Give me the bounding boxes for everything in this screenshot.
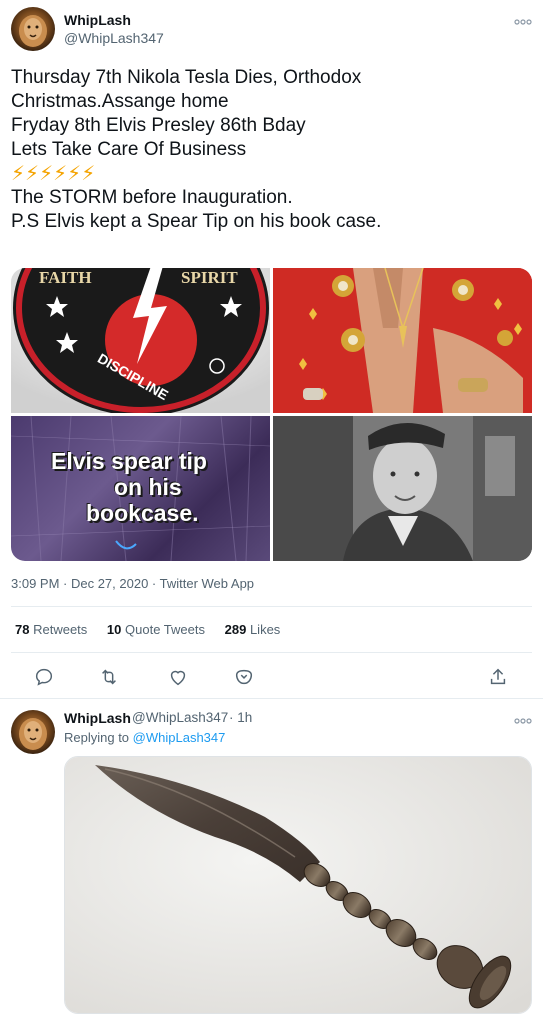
like-icon[interactable] bbox=[167, 666, 189, 688]
author-name[interactable]: WhipLash bbox=[64, 12, 131, 28]
share-icon[interactable] bbox=[487, 666, 509, 688]
patch-image[interactable]: FAITH SPIRIT DISCIPLINE bbox=[11, 268, 270, 413]
reply-author-name[interactable]: WhipLash bbox=[64, 710, 131, 726]
likes-count: 289 bbox=[224, 622, 247, 637]
reply-icon[interactable] bbox=[33, 666, 55, 688]
retweets-count: 78 bbox=[15, 622, 30, 637]
dagger-image[interactable] bbox=[64, 756, 532, 1014]
tweet-text-line: Fryday 8th Elvis Presley 86th Bday bbox=[11, 115, 306, 136]
likes-label: Likes bbox=[249, 622, 281, 637]
tweet-text-line: Christmas.Assange home bbox=[11, 91, 229, 112]
tweet-text-line: P.S Elvis kept a Spear Tip on his book c… bbox=[11, 211, 382, 232]
more-options-icon[interactable] bbox=[514, 713, 532, 724]
avatar[interactable] bbox=[11, 710, 55, 754]
reply-author-handle[interactable]: @WhipLash347 bbox=[132, 710, 228, 725]
caption-line-3: bookcase. bbox=[86, 500, 199, 526]
caption-line-2: on his bbox=[114, 474, 182, 500]
retweets-label: Retweets bbox=[33, 622, 88, 637]
divider bbox=[11, 652, 532, 653]
lightning-bolts: ⚡⚡⚡⚡⚡⚡ bbox=[11, 163, 96, 185]
tweet-text: Thursday 7th Nikola Tesla Dies, Orthodox… bbox=[11, 66, 531, 234]
quotes-count: 10 bbox=[106, 622, 122, 637]
retweet-icon[interactable] bbox=[98, 666, 120, 688]
patch-text-spirit: SPIRIT bbox=[181, 268, 238, 287]
likes-stat[interactable]: 289 Likes bbox=[225, 622, 281, 637]
patch-text-faith: FAITH bbox=[39, 268, 92, 287]
replying-to-handle-link[interactable]: @WhipLash347 bbox=[133, 730, 226, 745]
caption-line-1: Elvis spear tip bbox=[51, 448, 207, 474]
quotes-label: Quote Tweets bbox=[125, 622, 205, 637]
author-handle[interactable]: @WhipLash347 bbox=[64, 30, 164, 46]
spear-tip-caption-image[interactable]: Elvis spear tip on his bookcase. bbox=[11, 416, 270, 561]
tweet-text-line: Thursday 7th Nikola Tesla Dies, Orthodox bbox=[11, 67, 362, 88]
retweets-stat[interactable]: 78 Retweets bbox=[15, 622, 87, 637]
replying-to-prefix: Replying to bbox=[64, 730, 130, 745]
quote-tweets-stat[interactable]: 10 Quote Tweets bbox=[107, 622, 205, 637]
reply-time[interactable]: · 1h bbox=[229, 710, 252, 725]
divider bbox=[11, 606, 532, 607]
tweet-text-line: The STORM before Inauguration. bbox=[11, 187, 293, 208]
elvis-shirt-image[interactable] bbox=[273, 268, 532, 413]
share-menu-icon[interactable] bbox=[233, 666, 255, 688]
divider bbox=[0, 698, 543, 699]
more-options-icon[interactable] bbox=[514, 14, 532, 25]
tweet-text-line: Lets Take Care Of Business bbox=[11, 139, 247, 160]
avatar[interactable] bbox=[11, 7, 55, 51]
tweet-timestamp[interactable]: 3:09 PM · Dec 27, 2020 · Twitter Web App bbox=[11, 576, 254, 591]
engagement-stats: 78 Retweets 10 Quote Tweets 289 Likes bbox=[15, 622, 296, 637]
replying-to: Replying to @WhipLash347 bbox=[64, 730, 225, 745]
media-grid[interactable]: FAITH SPIRIT DISCIPLINE Elvis spear tip … bbox=[11, 268, 532, 561]
elvis-portrait-image[interactable] bbox=[273, 416, 532, 561]
